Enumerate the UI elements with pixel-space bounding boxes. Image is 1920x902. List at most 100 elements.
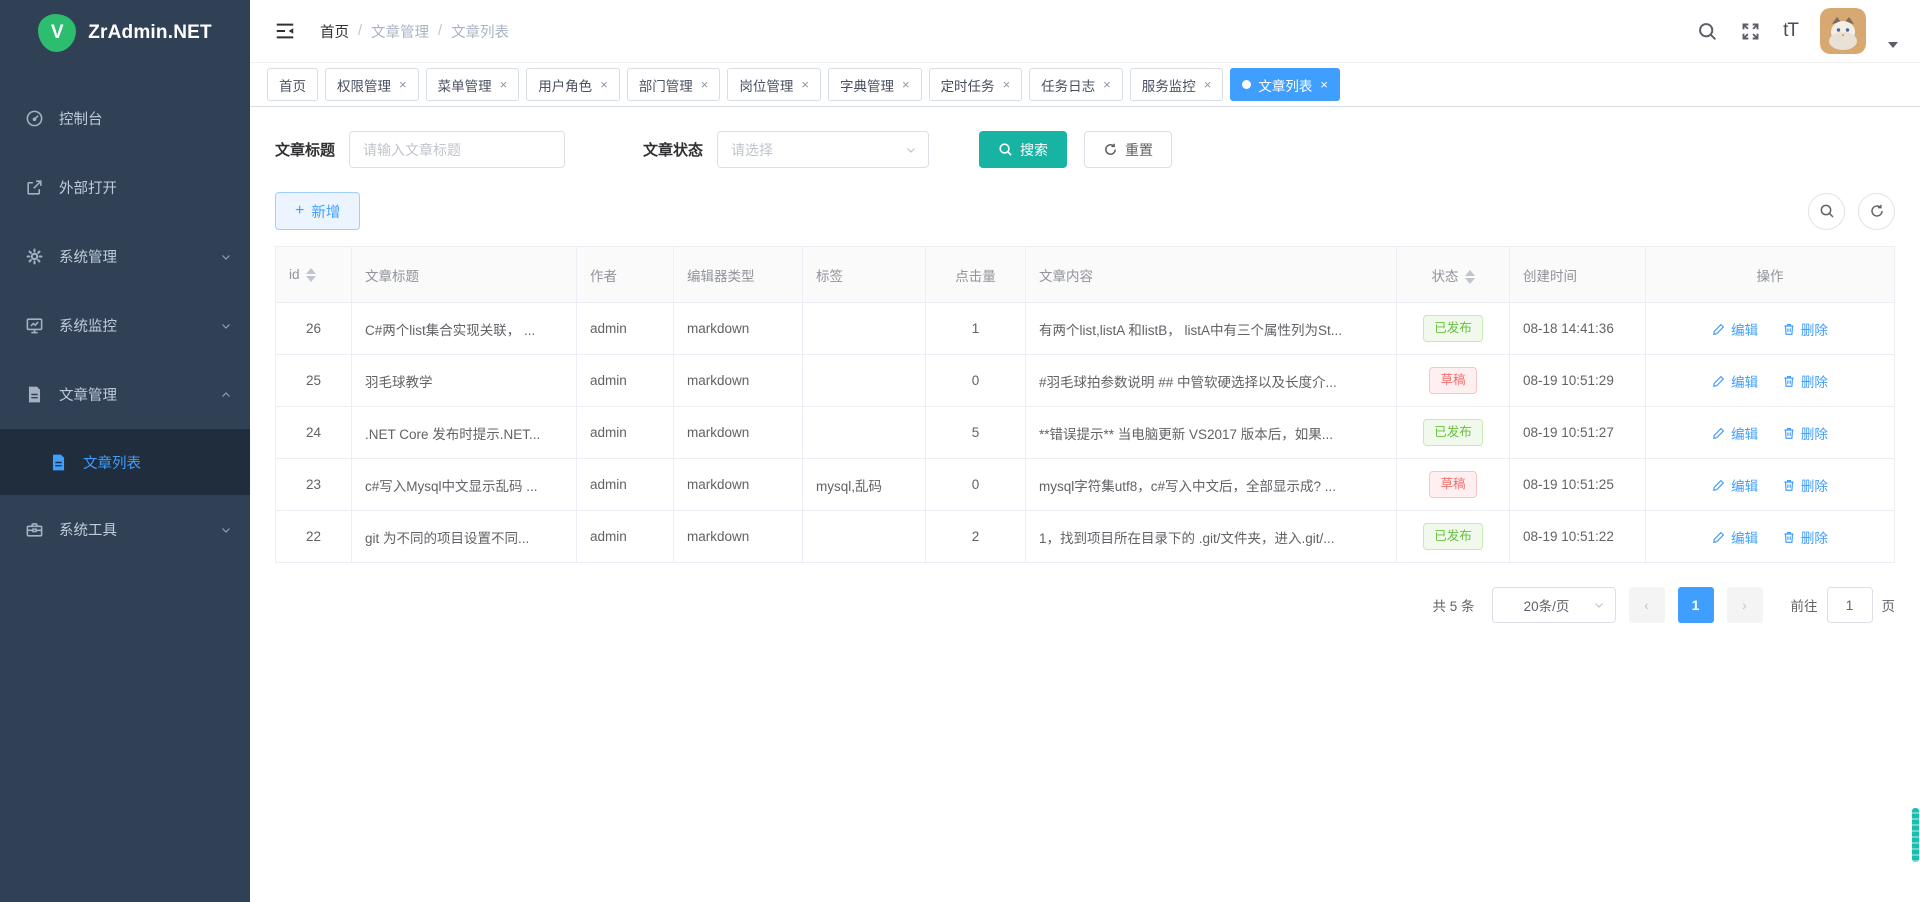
reset-button-label: 重置 <box>1125 140 1153 160</box>
close-icon[interactable]: × <box>600 78 608 91</box>
goto-page: 前往 页 <box>1791 587 1896 623</box>
app-logo[interactable]: V ZrAdmin.NET <box>0 0 250 66</box>
edit-button[interactable]: 编辑 <box>1712 371 1758 391</box>
sidebar-item-system-tools[interactable]: 系统工具 <box>0 495 250 564</box>
delete-button[interactable]: 删除 <box>1782 371 1828 391</box>
delete-button[interactable]: 删除 <box>1782 423 1828 443</box>
sidebar-item-system-management[interactable]: 系统管理 <box>0 222 250 291</box>
reset-button[interactable]: 重置 <box>1084 131 1172 168</box>
close-icon[interactable]: × <box>1103 78 1111 91</box>
edit-button[interactable]: 编辑 <box>1712 319 1758 339</box>
topbar: 首页 / 文章管理 / 文章列表 tT <box>250 0 1920 63</box>
search-icon[interactable] <box>1697 21 1718 42</box>
chevron-down-icon <box>1593 599 1605 611</box>
status-badge: 已发布 <box>1423 315 1483 342</box>
sidebar-item-article-list[interactable]: 文章列表 <box>0 429 250 495</box>
close-icon[interactable]: × <box>399 78 407 91</box>
external-link-icon <box>25 178 44 197</box>
cell-tag <box>803 511 926 563</box>
add-button-label: 新增 <box>311 201 340 222</box>
chevron-down-icon <box>220 251 232 263</box>
page-number-button[interactable]: 1 <box>1678 587 1714 623</box>
close-icon[interactable]: × <box>1204 78 1212 91</box>
cell-author: admin <box>577 407 674 459</box>
table-row[interactable]: 24 .NET Core 发布时提示.NET... admin markdown… <box>276 407 1895 459</box>
sort-icon[interactable] <box>1465 270 1475 284</box>
tab-scheduled-task[interactable]: 定时任务× <box>929 68 1023 101</box>
tab-label: 部门管理 <box>639 75 693 95</box>
add-button[interactable]: + 新增 <box>275 192 360 230</box>
close-icon[interactable]: × <box>1320 78 1328 91</box>
edit-button[interactable]: 编辑 <box>1712 527 1758 547</box>
sidebar-item-dashboard[interactable]: 控制台 <box>0 84 250 153</box>
delete-button[interactable]: 删除 <box>1782 475 1828 495</box>
col-header-status[interactable]: 状态 <box>1397 247 1510 303</box>
cell-content: 有两个list,listA 和listB， listA中有三个属性列为St... <box>1026 303 1397 355</box>
dashboard-icon <box>25 109 44 128</box>
tab-label: 首页 <box>279 75 306 95</box>
col-header-id[interactable]: id <box>276 247 352 303</box>
cell-tag <box>803 407 926 459</box>
tab-dictionary[interactable]: 字典管理× <box>828 68 922 101</box>
search-button[interactable]: 搜索 <box>979 131 1067 168</box>
scrollbar-thumb[interactable] <box>1912 808 1919 862</box>
trash-icon <box>1782 530 1796 544</box>
article-status-select[interactable]: 请选择 <box>717 131 929 168</box>
col-header-content: 文章内容 <box>1026 247 1397 303</box>
goto-page-input[interactable] <box>1827 587 1873 623</box>
cell-title: git 为不同的项目设置不同... <box>352 511 577 563</box>
close-icon[interactable]: × <box>801 78 809 91</box>
tab-user-role[interactable]: 用户角色× <box>526 68 620 101</box>
article-title-label: 文章标题 <box>275 139 335 160</box>
tab-department[interactable]: 部门管理 × <box>627 68 721 101</box>
collapse-sidebar-icon[interactable] <box>274 20 296 42</box>
tab-service-monitor[interactable]: 服务监控 × <box>1130 68 1224 101</box>
sidebar-item-label: 系统工具 <box>59 519 117 540</box>
close-icon[interactable]: × <box>701 78 709 91</box>
tab-task-log[interactable]: 任务日志× <box>1029 68 1123 101</box>
breadcrumb-home[interactable]: 首页 <box>320 21 349 42</box>
sidebar-item-system-monitor[interactable]: 系统监控 <box>0 291 250 360</box>
tab-label: 服务监控 <box>1142 75 1196 95</box>
close-icon[interactable]: × <box>500 78 508 91</box>
table-row[interactable]: 26 C#两个list集合实现关联， ... admin markdown 1 … <box>276 303 1895 355</box>
cell-author: admin <box>577 511 674 563</box>
sort-icon[interactable] <box>306 268 316 282</box>
font-size-icon[interactable]: tT <box>1783 20 1798 42</box>
tab-permission[interactable]: 权限管理× <box>325 68 419 101</box>
tab-home[interactable]: 首页 <box>267 68 318 101</box>
sidebar-item-external-open[interactable]: 外部打开 <box>0 153 250 222</box>
cell-author: admin <box>577 459 674 511</box>
sidebar-menu: 控制台 外部打开 系统管理 系 <box>0 84 250 564</box>
prev-page-button[interactable]: ‹ <box>1629 587 1665 623</box>
next-page-button[interactable]: › <box>1727 587 1763 623</box>
table-row[interactable]: 22 git 为不同的项目设置不同... admin markdown 2 1，… <box>276 511 1895 563</box>
sidebar-item-article-management[interactable]: 文章管理 <box>0 360 250 429</box>
edit-button[interactable]: 编辑 <box>1712 423 1758 443</box>
status-badge: 已发布 <box>1423 419 1483 446</box>
avatar[interactable] <box>1820 8 1866 54</box>
active-dot-icon <box>1242 80 1251 89</box>
refresh-table-button[interactable] <box>1858 193 1895 230</box>
tab-label: 岗位管理 <box>739 75 793 95</box>
col-header-author: 作者 <box>577 247 674 303</box>
tab-article-list[interactable]: 文章列表× <box>1230 68 1340 101</box>
delete-button[interactable]: 删除 <box>1782 319 1828 339</box>
fullscreen-icon[interactable] <box>1740 21 1761 42</box>
close-icon[interactable]: × <box>902 78 910 91</box>
toggle-search-button[interactable] <box>1808 193 1845 230</box>
chevron-down-icon <box>905 144 917 156</box>
cell-clicks: 2 <box>926 511 1026 563</box>
breadcrumb-article-management[interactable]: 文章管理 <box>371 21 429 42</box>
article-title-input[interactable] <box>349 131 565 168</box>
edit-button[interactable]: 编辑 <box>1712 475 1758 495</box>
table-row[interactable]: 23 c#写入Mysql中文显示乱码 ... admin markdown my… <box>276 459 1895 511</box>
monitor-icon <box>25 316 44 335</box>
tab-menu[interactable]: 菜单管理× <box>426 68 520 101</box>
tab-post[interactable]: 岗位管理 × <box>727 68 821 101</box>
delete-button[interactable]: 删除 <box>1782 527 1828 547</box>
user-menu-caret-icon[interactable] <box>1888 42 1898 48</box>
table-row[interactable]: 25 羽毛球教学 admin markdown 0 #羽毛球拍参数说明 ## 中… <box>276 355 1895 407</box>
close-icon[interactable]: × <box>1003 78 1011 91</box>
page-size-select[interactable]: 20条/页 <box>1492 587 1616 623</box>
